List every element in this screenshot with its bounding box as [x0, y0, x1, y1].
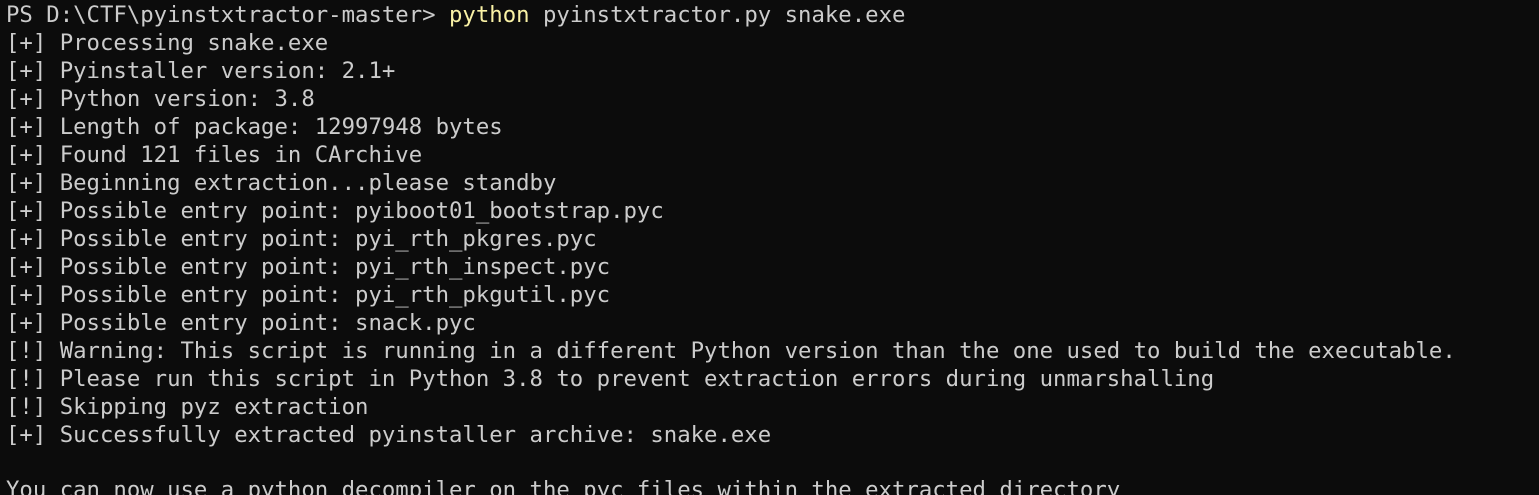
output-line: [+] Possible entry point: snack.pyc [6, 310, 476, 336]
output-line: [+] Python version: 3.8 [6, 86, 315, 112]
command-args: pyinstxtractor.py snake.exe [529, 2, 906, 28]
prompt-line: PS D:\CTF\pyinstxtractor-master> python … [6, 0, 1539, 28]
output-line: [+] Length of package: 12997948 bytes [6, 114, 503, 140]
output-line: [+] Possible entry point: pyi_rth_inspec… [6, 254, 611, 280]
output-line: [+] Found 121 files in CArchive [6, 142, 423, 168]
terminal-window[interactable]: PS D:\CTF\pyinstxtractor-master> python … [6, 0, 1539, 495]
warning-line: [!] Please run this script in Python 3.8… [6, 366, 1215, 392]
output-line: [+] Processing snake.exe [6, 30, 329, 56]
output-line: [+] Possible entry point: pyi_rth_pkguti… [6, 282, 611, 308]
command-executable: python [449, 2, 530, 28]
warning-line: [!] Warning: This script is running in a… [6, 338, 1456, 364]
output-line: [+] Successfully extracted pyinstaller a… [6, 422, 772, 448]
warning-line: [!] Skipping pyz extraction [6, 394, 369, 420]
output-line: [+] Possible entry point: pyiboot01_boot… [6, 198, 664, 224]
output-line: [+] Beginning extraction...please standb… [6, 170, 557, 196]
output-line: You can now use a python decompiler on t… [6, 477, 1121, 495]
output-line: [+] Pyinstaller version: 2.1+ [6, 58, 396, 84]
output-line: [+] Possible entry point: pyi_rth_pkgres… [6, 226, 597, 252]
prompt-path: PS D:\CTF\pyinstxtractor-master> [6, 2, 449, 28]
